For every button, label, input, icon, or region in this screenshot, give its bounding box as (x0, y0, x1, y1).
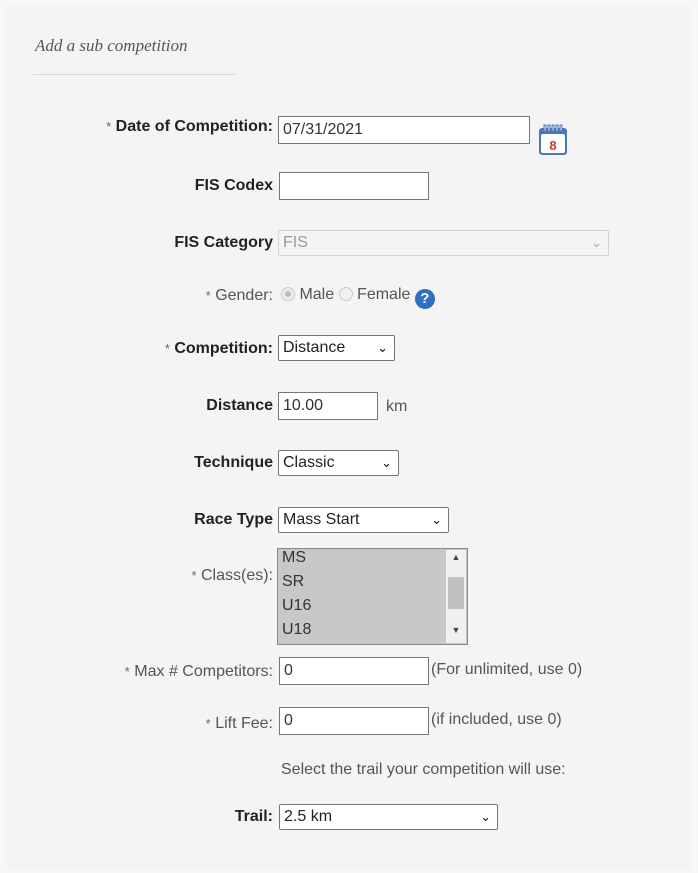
distance-input[interactable]: 10.00 (278, 392, 378, 420)
gender-female-radio[interactable] (338, 287, 353, 301)
fis-category-select: FIS ⌄ (278, 230, 609, 256)
distance-unit: km (386, 398, 408, 415)
competition-select[interactable]: Distance ⌄ (278, 335, 395, 361)
list-item[interactable]: U16 (278, 597, 467, 621)
scroll-up-icon[interactable]: ▲ (446, 552, 466, 568)
gender-label: * Gender: (205, 287, 273, 304)
max-competitors-input[interactable]: 0 (279, 657, 429, 685)
heading-divider (33, 74, 235, 75)
list-item[interactable]: U18 (278, 621, 467, 645)
chevron-down-icon: ⌄ (431, 512, 442, 527)
gender-male-radio[interactable] (281, 287, 295, 301)
help-icon[interactable]: ? (414, 289, 435, 309)
technique-select[interactable]: Classic ⌄ (278, 450, 399, 476)
max-competitors-hint: (For unlimited, use 0) (431, 661, 583, 678)
distance-label: Distance (206, 397, 273, 414)
list-item[interactable]: MS (278, 549, 467, 573)
gender-options: Male Female ? (281, 286, 435, 309)
gender-male-label: Male (299, 286, 335, 303)
trail-prompt: Select the trail your competition will u… (281, 761, 566, 778)
fis-category-value: FIS (283, 234, 308, 251)
fis-codex-label: FIS Codex (194, 177, 273, 194)
classes-listbox[interactable]: MS SR U16 U18 ▲ ▼ (277, 548, 468, 645)
lift-fee-hint: (if included, use 0) (431, 711, 562, 728)
scroll-down-icon[interactable]: ▼ (446, 625, 466, 641)
fis-category-label: FIS Category (174, 234, 273, 251)
gender-female-label: Female (357, 286, 411, 303)
competition-value: Distance (283, 339, 346, 356)
chevron-down-icon: ⌄ (381, 455, 392, 470)
race-type-select[interactable]: Mass Start ⌄ (278, 507, 449, 533)
technique-label: Technique (194, 454, 273, 471)
chevron-down-icon: ⌄ (480, 809, 491, 824)
scroll-thumb[interactable] (448, 577, 464, 609)
technique-value: Classic (283, 454, 335, 471)
classes-label: * Class(es): (191, 567, 273, 584)
list-item[interactable]: SR (278, 573, 467, 597)
chevron-down-icon: ⌄ (591, 235, 602, 250)
date-label: * Date of Competition: (106, 118, 273, 135)
classes-scrollbar[interactable]: ▲ ▼ (446, 550, 466, 643)
lift-fee-input[interactable]: 0 (279, 707, 429, 735)
max-competitors-label: * Max # Competitors: (124, 663, 273, 680)
section-heading: Add a sub competition (35, 36, 188, 55)
trail-value: 2.5 km (284, 808, 333, 825)
competition-label: * Competition: (164, 340, 273, 357)
lift-fee-label: * Lift Fee: (205, 715, 273, 732)
race-type-value: Mass Start (283, 511, 360, 528)
date-input[interactable]: 07/31/2021 (278, 116, 530, 144)
chevron-down-icon: ⌄ (377, 340, 388, 355)
trail-label: Trail: (234, 808, 273, 825)
calendar-icon[interactable]: 8 (537, 123, 569, 157)
trail-select[interactable]: 2.5 km ⌄ (279, 804, 498, 830)
fis-codex-input[interactable] (279, 172, 429, 200)
race-type-label: Race Type (194, 511, 273, 528)
calendar-day: 8 (549, 138, 556, 153)
